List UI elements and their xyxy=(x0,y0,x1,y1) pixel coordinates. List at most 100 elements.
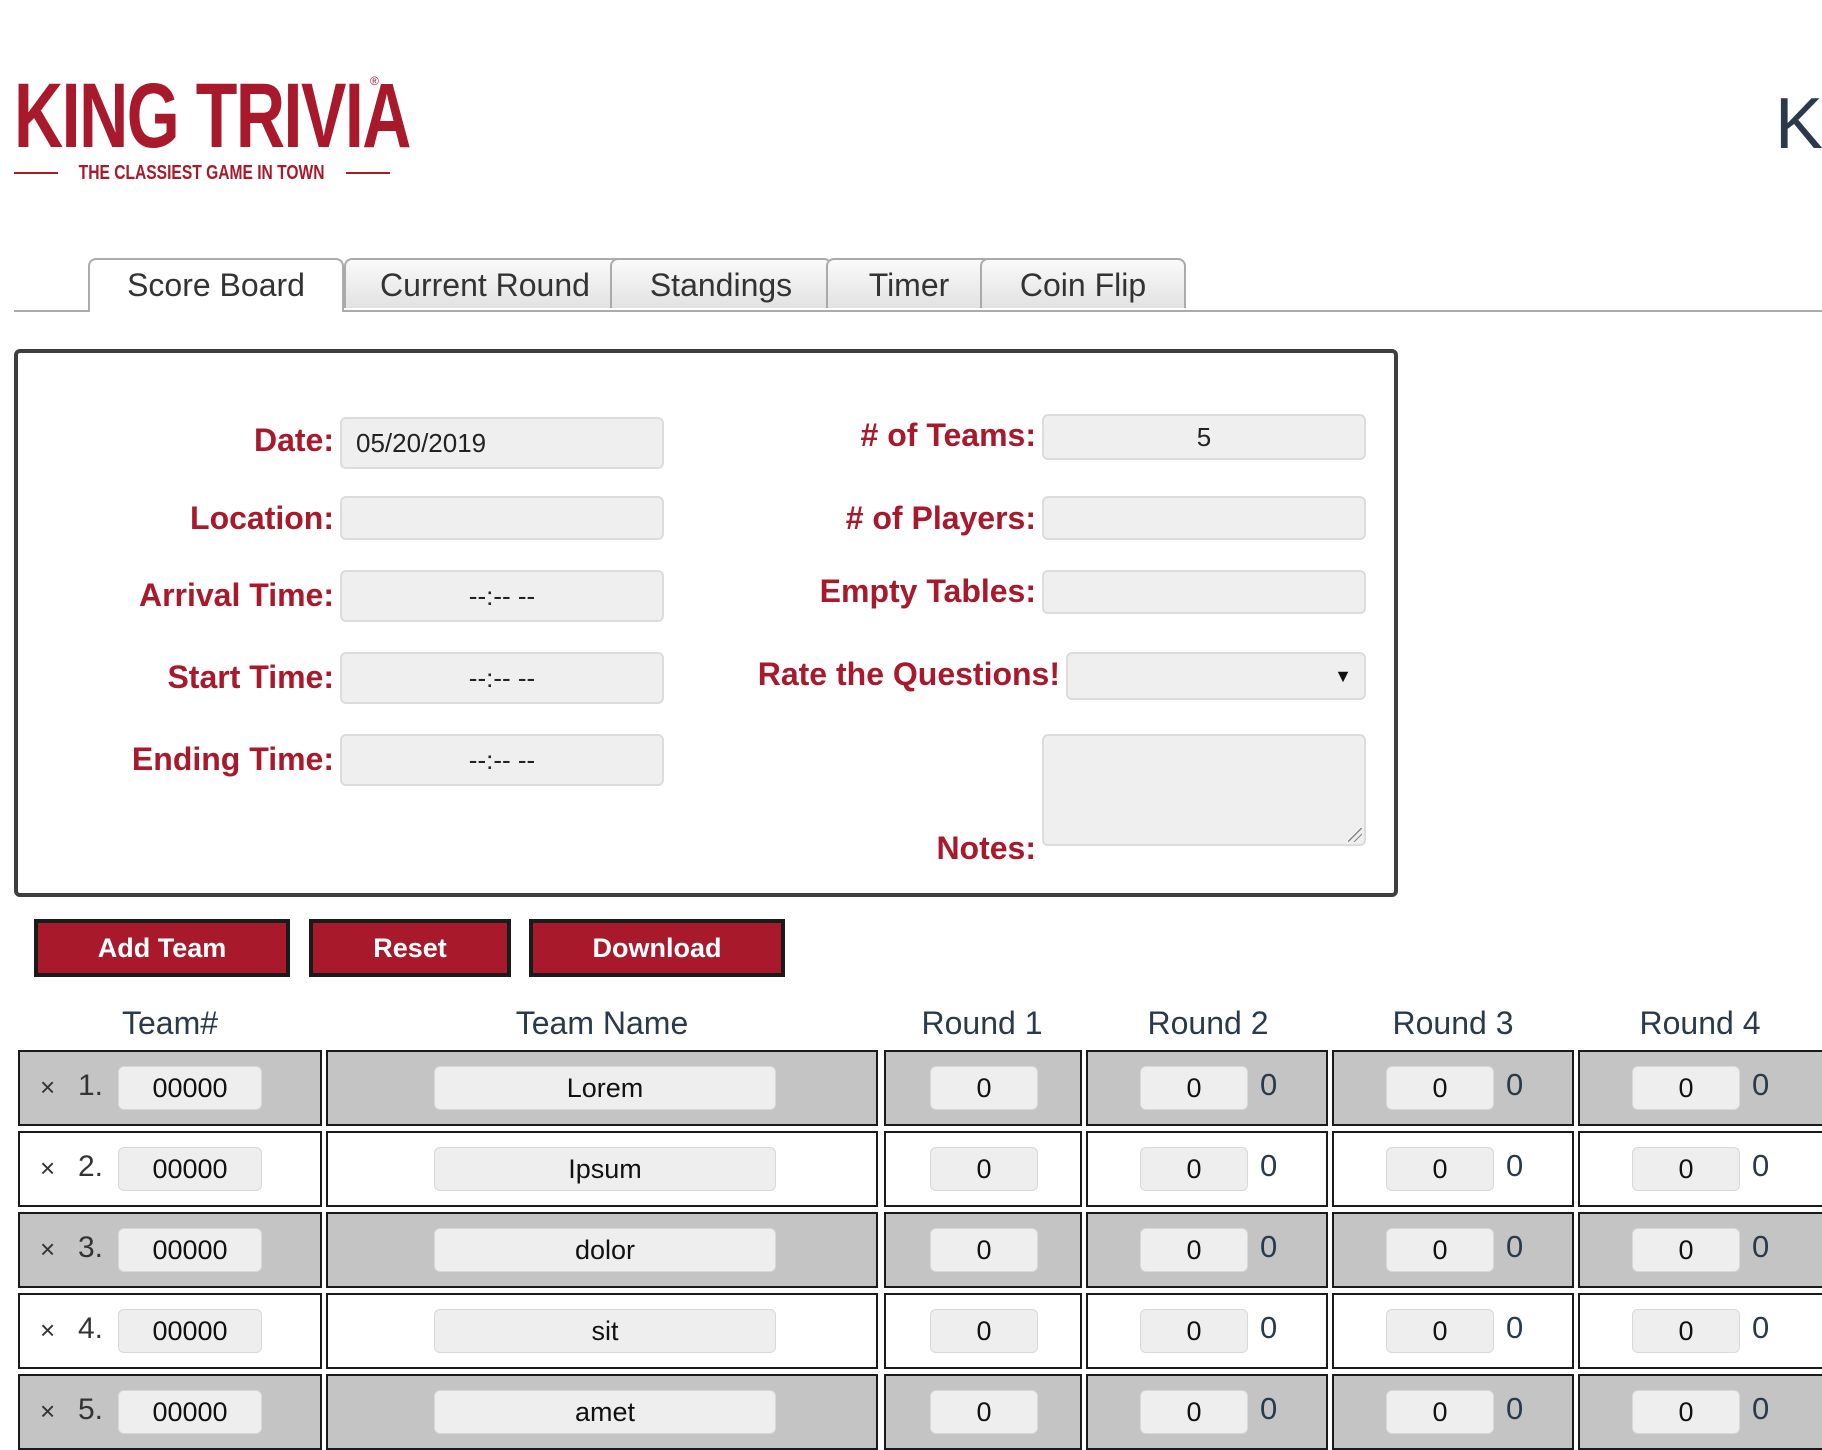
reset-button[interactable]: Reset xyxy=(309,919,511,977)
round-2-running-total: 0 xyxy=(1260,1067,1278,1102)
resize-grip-icon[interactable] xyxy=(1348,828,1362,842)
round-1-score-input[interactable]: 0 xyxy=(930,1390,1038,1434)
tab-coin-flip[interactable]: Coin Flip xyxy=(980,258,1186,308)
remove-team-icon[interactable]: × xyxy=(40,1234,55,1264)
table-cell-r4: 00 xyxy=(1578,1131,1822,1207)
date-label: Date: xyxy=(253,422,334,458)
header-round-3: Round 3 xyxy=(1392,1005,1514,1041)
round-3-score-input[interactable]: 0 xyxy=(1386,1147,1494,1191)
add-team-button[interactable]: Add Team xyxy=(34,919,290,977)
number-of-players-input[interactable] xyxy=(1042,496,1366,540)
logo-tagline-row: THE CLASSIEST GAME IN TOWN xyxy=(14,158,391,188)
round-4-score-input[interactable]: 0 xyxy=(1632,1390,1740,1434)
team-name-input[interactable]: dolor xyxy=(434,1228,776,1272)
table-cell-r3: 00 xyxy=(1332,1374,1574,1450)
table-cell-r4: 00 xyxy=(1578,1212,1822,1288)
table-cell-team: × 3. 00000 xyxy=(18,1212,322,1288)
date-input[interactable]: 05/20/2019 xyxy=(340,417,664,469)
remove-team-icon[interactable]: × xyxy=(40,1315,55,1345)
number-of-teams-input[interactable]: 5 xyxy=(1042,414,1366,460)
team-id-input[interactable]: 00000 xyxy=(118,1066,262,1110)
round-4-score-input[interactable]: 0 xyxy=(1632,1309,1740,1353)
team-name-input[interactable]: sit xyxy=(434,1309,776,1353)
header-round-2: Round 2 xyxy=(1147,1005,1269,1041)
table-cell-r3: 00 xyxy=(1332,1131,1574,1207)
table-cell-r4: 00 xyxy=(1578,1293,1822,1369)
table-cell-r2: 00 xyxy=(1086,1050,1328,1126)
round-2-score-input[interactable]: 0 xyxy=(1140,1390,1248,1434)
team-row-number: 5. xyxy=(78,1393,104,1426)
round-3-score-input[interactable]: 0 xyxy=(1386,1066,1494,1110)
round-4-running-total: 0 xyxy=(1752,1229,1770,1264)
round-4-running-total: 0 xyxy=(1752,1310,1770,1345)
round-2-score-input[interactable]: 0 xyxy=(1140,1228,1248,1272)
tab-score-board[interactable]: Score Board xyxy=(88,258,344,312)
table-cell-team: × 5. 00000 xyxy=(18,1374,322,1450)
remove-team-icon[interactable]: × xyxy=(40,1396,55,1426)
round-4-score-input[interactable]: 0 xyxy=(1632,1147,1740,1191)
round-2-running-total: 0 xyxy=(1260,1148,1278,1183)
team-row-number: 1. xyxy=(78,1069,104,1102)
logo-rule-right xyxy=(345,172,391,174)
round-1-score-input[interactable]: 0 xyxy=(930,1309,1038,1353)
header-round-4: Round 4 xyxy=(1639,1005,1761,1041)
team-id-input[interactable]: 00000 xyxy=(118,1228,262,1272)
table-cell-r2: 00 xyxy=(1086,1293,1328,1369)
download-button[interactable]: Download xyxy=(529,919,785,977)
round-1-score-input[interactable]: 0 xyxy=(930,1228,1038,1272)
location-label: Location: xyxy=(190,500,334,536)
empty-tables-label: Empty Tables: xyxy=(819,573,1036,609)
start-time-label: Start Time: xyxy=(167,659,334,695)
team-name-input[interactable]: Ipsum xyxy=(434,1147,776,1191)
round-2-running-total: 0 xyxy=(1260,1229,1278,1264)
round-4-running-total: 0 xyxy=(1752,1391,1770,1426)
rate-questions-select[interactable]: ▼ xyxy=(1066,652,1366,700)
logo-rule-left xyxy=(14,172,59,174)
team-id-input[interactable]: 00000 xyxy=(118,1390,262,1434)
round-4-score-input[interactable]: 0 xyxy=(1632,1228,1740,1272)
table-cell-r1: 0 xyxy=(884,1293,1082,1369)
round-3-score-input[interactable]: 0 xyxy=(1386,1390,1494,1434)
round-1-score-input[interactable]: 0 xyxy=(930,1147,1038,1191)
tab-current-round[interactable]: Current Round xyxy=(344,258,626,308)
round-2-score-input[interactable]: 0 xyxy=(1140,1066,1248,1110)
table-cell-r4: 00 xyxy=(1578,1050,1822,1126)
ending-time-input[interactable]: --:-- -- xyxy=(340,734,664,786)
round-4-running-total: 0 xyxy=(1752,1148,1770,1183)
king-trivia-logo: KING TRIVIA ® THE CLASSIEST GAME IN TOWN xyxy=(14,70,411,188)
table-cell-r4: 00 xyxy=(1578,1374,1822,1450)
table-cell-r1: 0 xyxy=(884,1212,1082,1288)
number-of-players-label: # of Players: xyxy=(845,500,1036,536)
team-row-number: 4. xyxy=(78,1312,104,1345)
team-id-input[interactable]: 00000 xyxy=(118,1147,262,1191)
round-3-score-input[interactable]: 0 xyxy=(1386,1309,1494,1353)
remove-team-icon[interactable]: × xyxy=(40,1072,55,1102)
table-cell-name: amet xyxy=(326,1374,878,1450)
logo-tagline: THE CLASSIEST GAME IN TOWN xyxy=(79,161,325,184)
team-name-input[interactable]: amet xyxy=(434,1390,776,1434)
round-1-score-input[interactable]: 0 xyxy=(930,1066,1038,1110)
empty-tables-input[interactable] xyxy=(1042,570,1366,614)
table-cell-name: Ipsum xyxy=(326,1131,878,1207)
round-2-score-input[interactable]: 0 xyxy=(1140,1147,1248,1191)
start-time-input[interactable]: --:-- -- xyxy=(340,652,664,704)
round-4-score-input[interactable]: 0 xyxy=(1632,1066,1740,1110)
arrival-time-input[interactable]: --:-- -- xyxy=(340,570,664,622)
tab-timer[interactable]: Timer xyxy=(826,258,992,308)
round-3-running-total: 0 xyxy=(1506,1148,1524,1183)
dropdown-arrow-icon: ▼ xyxy=(1334,666,1352,686)
team-row-number: 2. xyxy=(78,1150,104,1183)
arrival-time-label: Arrival Time: xyxy=(138,577,334,613)
table-cell-team: × 2. 00000 xyxy=(18,1131,322,1207)
location-input[interactable] xyxy=(340,496,664,540)
round-3-score-input[interactable]: 0 xyxy=(1386,1228,1494,1272)
team-row-number: 3. xyxy=(78,1231,104,1264)
notes-textarea[interactable] xyxy=(1042,734,1366,846)
round-2-score-input[interactable]: 0 xyxy=(1140,1309,1248,1353)
remove-team-icon[interactable]: × xyxy=(40,1153,55,1183)
team-name-input[interactable]: Lorem xyxy=(434,1066,776,1110)
tab-standings[interactable]: Standings xyxy=(610,258,832,308)
round-3-running-total: 0 xyxy=(1506,1067,1524,1102)
team-id-input[interactable]: 00000 xyxy=(118,1309,262,1353)
table-cell-name: sit xyxy=(326,1293,878,1369)
